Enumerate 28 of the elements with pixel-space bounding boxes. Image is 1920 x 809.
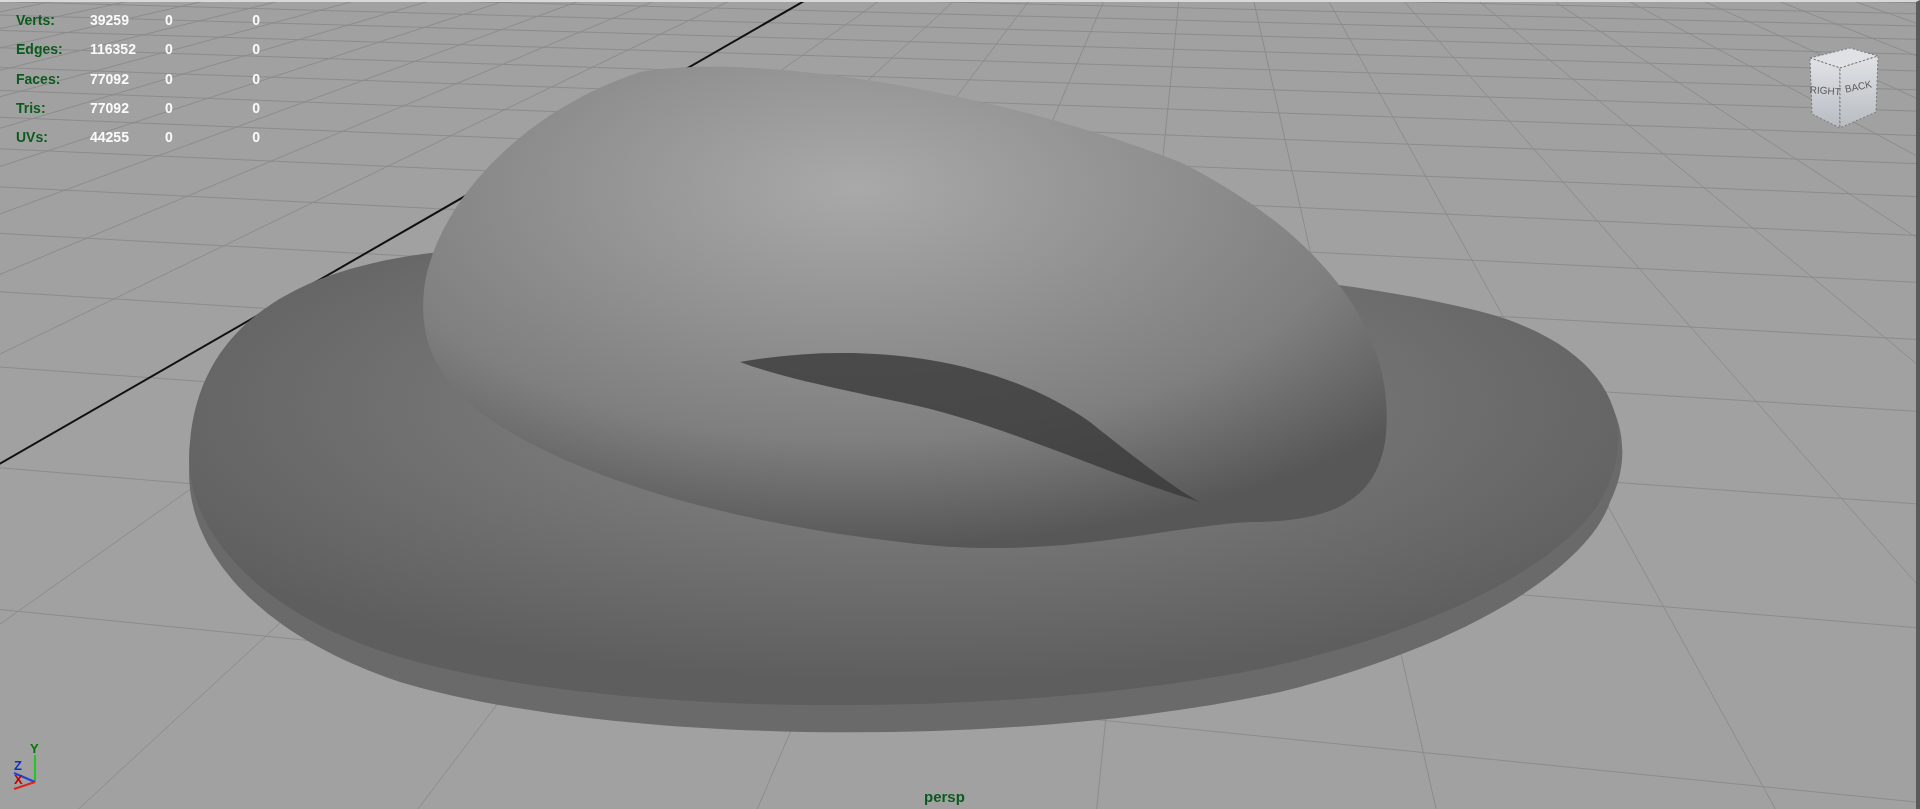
stat-value: 0 [251, 40, 260, 60]
axis-label: X [14, 772, 23, 787]
axis-label: Y [30, 741, 39, 756]
view-cube[interactable] [1809, 47, 1879, 129]
stat-value: 44255 [90, 128, 130, 148]
stat-value: 77092 [90, 99, 130, 119]
viewport[interactable]: Verts: 39259 0 0 Edges: 116352 0 0 Faces: 77092 0 0 Tris: 77092 0 0 UVs: 44255 0 0 RIGHT BACK Y Z X persp [0, 0, 1920, 809]
stat-value: 0 [251, 99, 260, 119]
stat-value: 39259 [90, 11, 130, 31]
camera-label: persp [924, 787, 965, 807]
stat-value: 0 [165, 128, 174, 148]
stat-label: Edges: [16, 40, 64, 60]
stat-value: 0 [251, 128, 260, 148]
axis-label: Z [14, 758, 22, 773]
stat-value: 0 [251, 69, 260, 89]
stat-label: Verts: [16, 11, 56, 31]
stat-value: 0 [165, 69, 174, 89]
stat-value: 0 [251, 11, 260, 31]
stat-value: 77092 [90, 69, 130, 89]
cube-face-label[interactable]: BACK [1843, 78, 1873, 95]
stat-value: 0 [165, 11, 174, 31]
stat-label: Faces: [16, 69, 62, 89]
stat-label: UVs: [16, 128, 49, 148]
stat-value: 0 [165, 40, 174, 60]
stat-label: Tris: [16, 99, 47, 119]
stat-value: 0 [165, 99, 174, 119]
axis-gizmo-icon [13, 754, 36, 790]
stat-value: 116352 [90, 40, 137, 60]
